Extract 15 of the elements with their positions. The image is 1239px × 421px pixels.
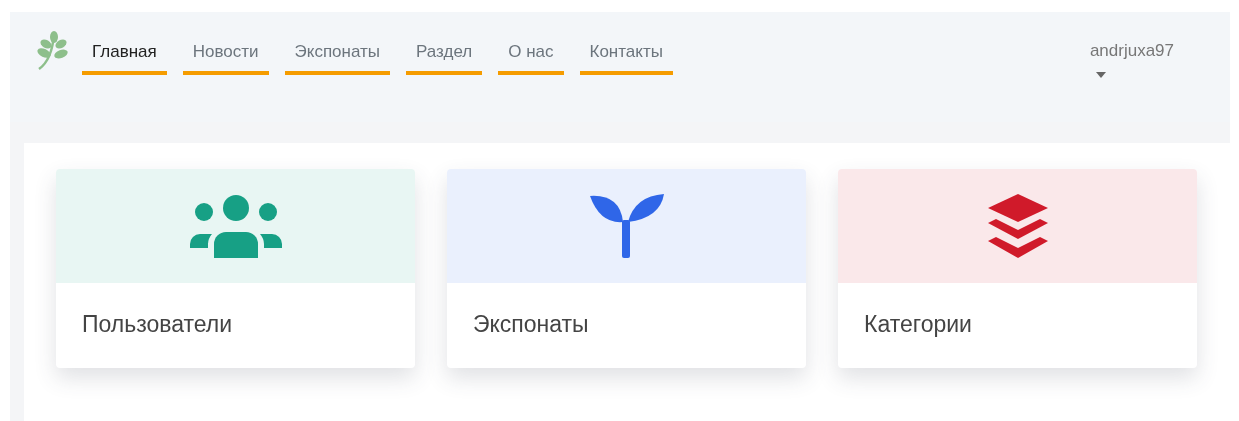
nav-link[interactable]: Новости [182,37,269,75]
nav-link[interactable]: Контакты [579,37,673,75]
nav-link[interactable]: Экспонаты [284,37,390,75]
category-card[interactable]: Категории [838,169,1197,368]
card-title: Пользователи [82,311,233,337]
leaf-logo-icon [36,30,70,70]
user-menu[interactable]: andrjuxa97 [1089,38,1174,64]
nav-link[interactable]: Главная [82,37,167,75]
card-title: Экспонаты [473,311,589,337]
category-card[interactable]: Экспонаты [447,169,806,368]
card-title: Категории [864,311,972,337]
nav-link[interactable]: Раздел [406,37,483,75]
nav-link[interactable]: О нас [498,37,564,75]
caret-icon[interactable] [1095,71,1106,78]
category-card[interactable]: Пользователи [56,169,415,368]
